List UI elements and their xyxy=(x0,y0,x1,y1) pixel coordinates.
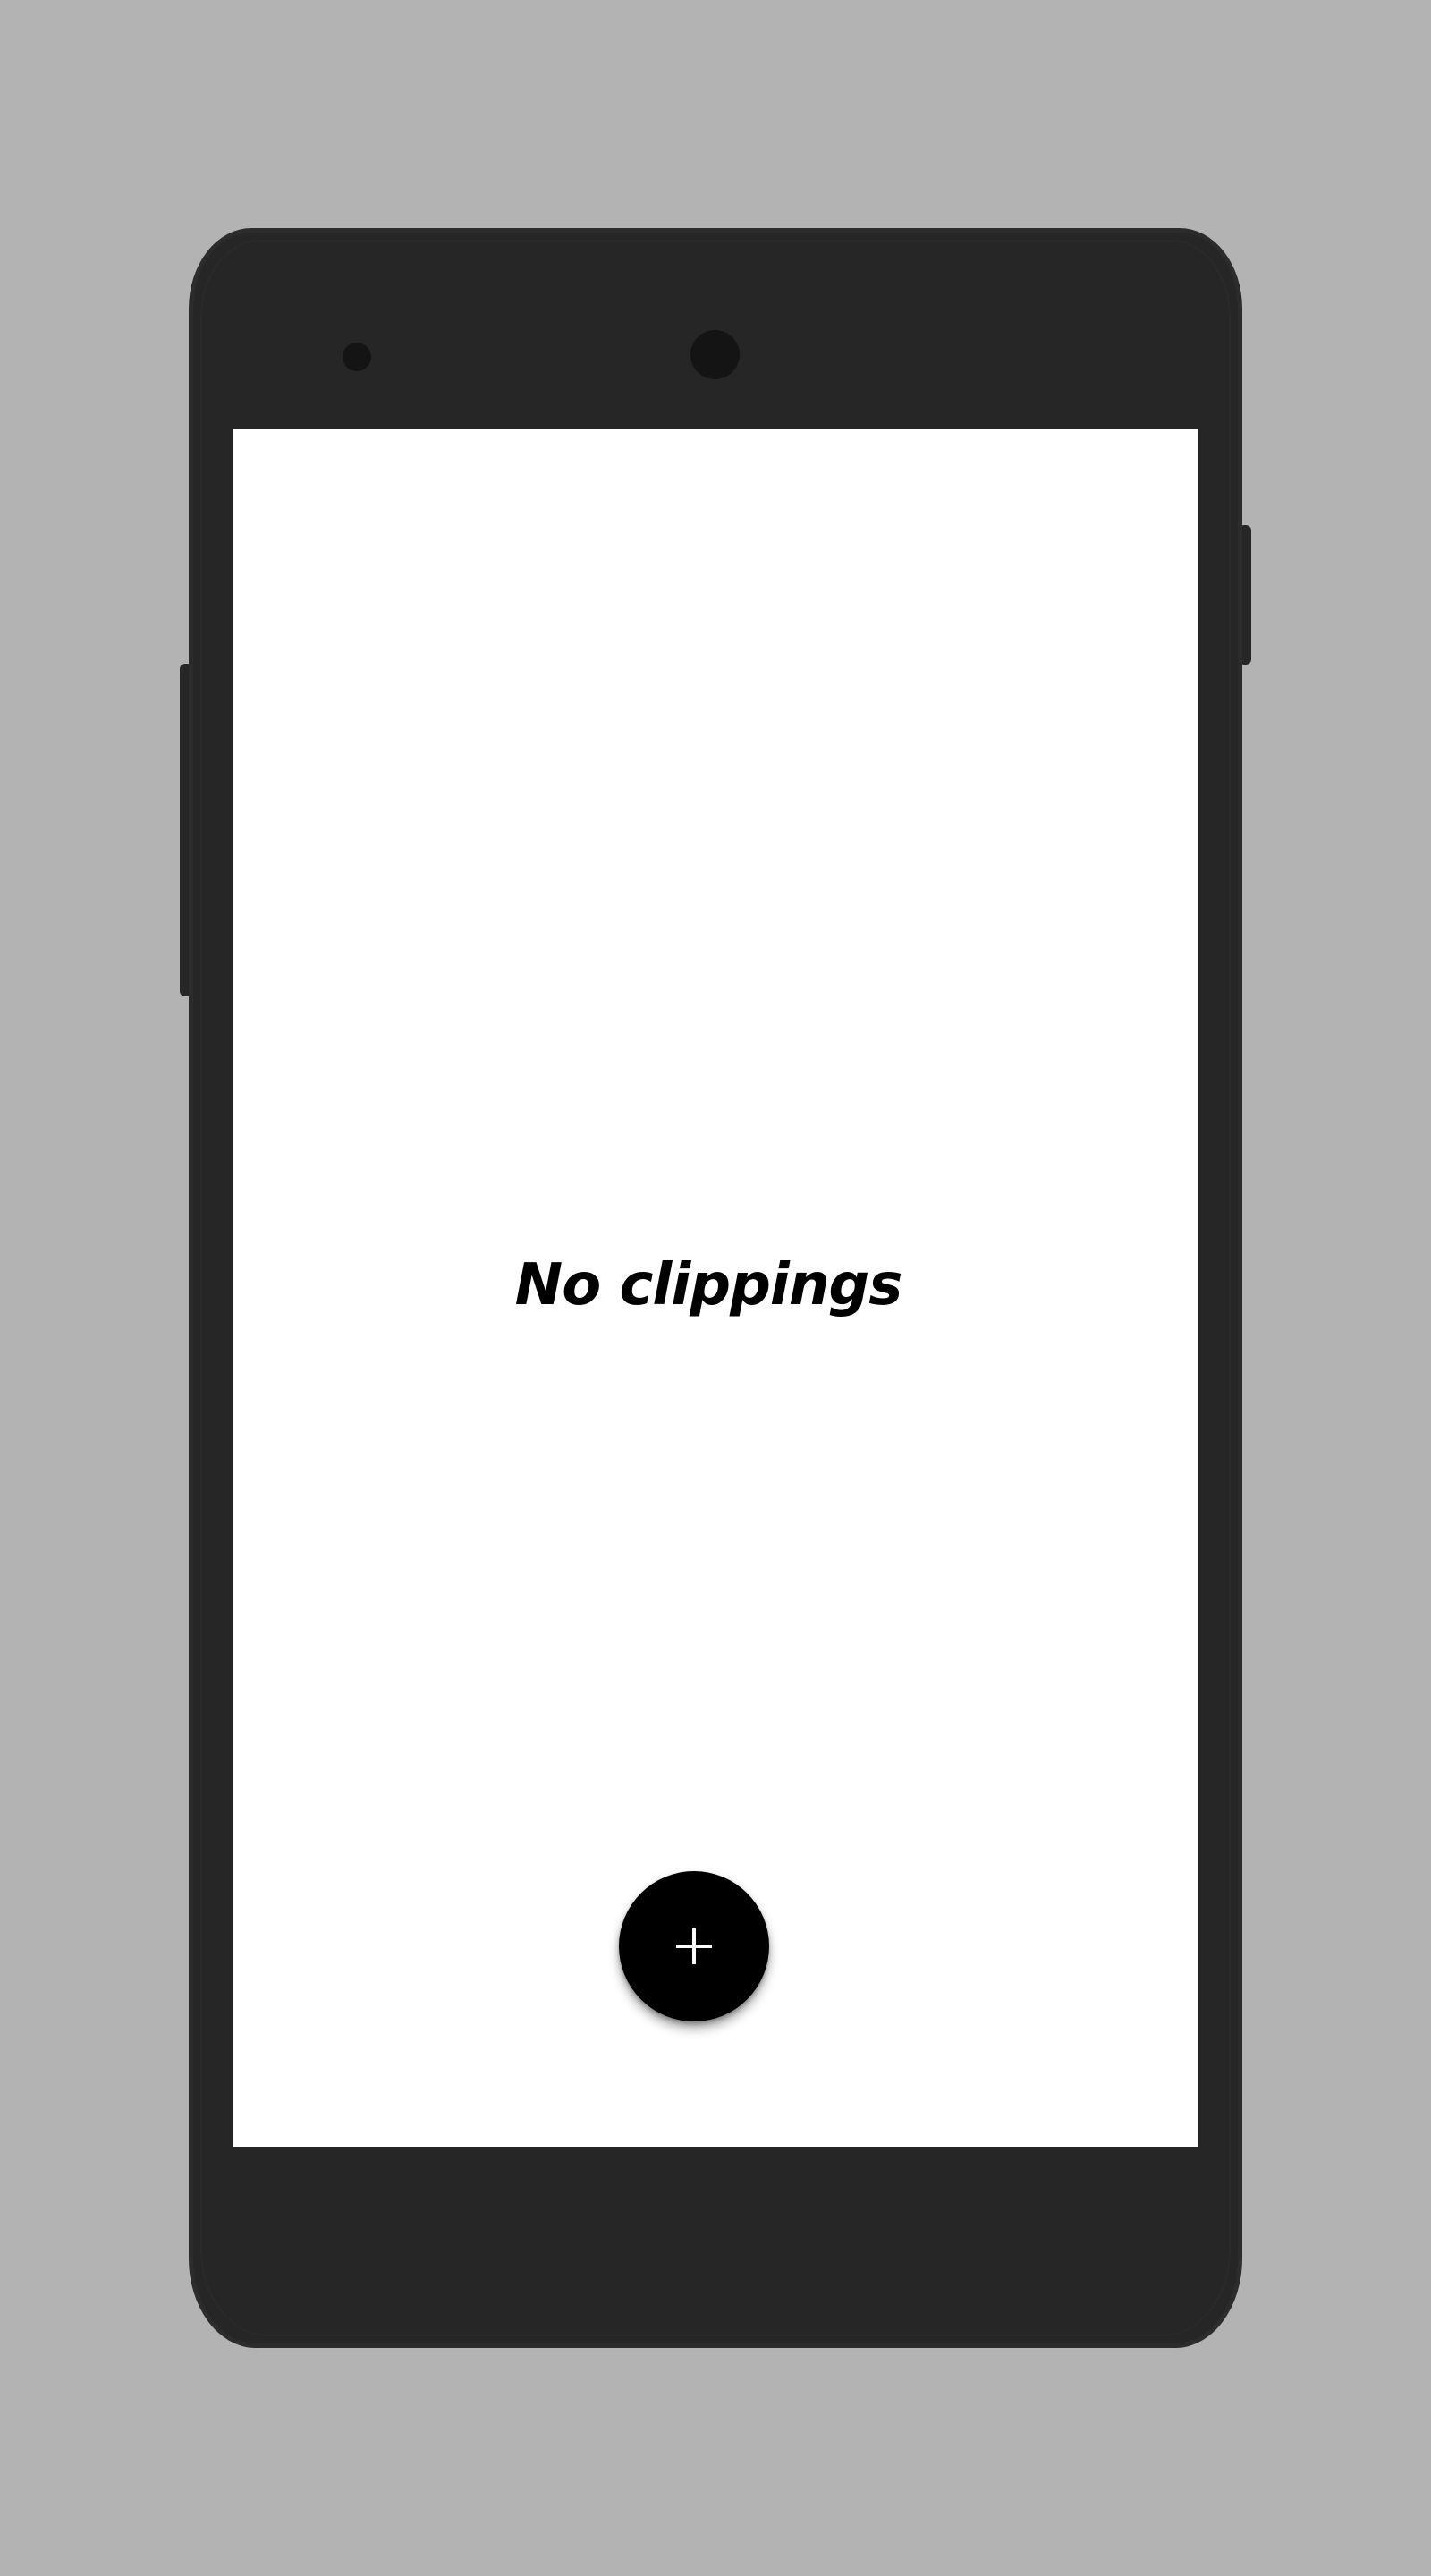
proximity-sensor xyxy=(343,343,371,371)
empty-state-message: No clippings xyxy=(514,1252,903,1318)
add-clipping-button[interactable] xyxy=(619,1871,769,2021)
front-camera xyxy=(690,330,740,379)
app-screen: No clippings xyxy=(233,429,1198,2147)
plus-icon xyxy=(673,1926,715,1967)
